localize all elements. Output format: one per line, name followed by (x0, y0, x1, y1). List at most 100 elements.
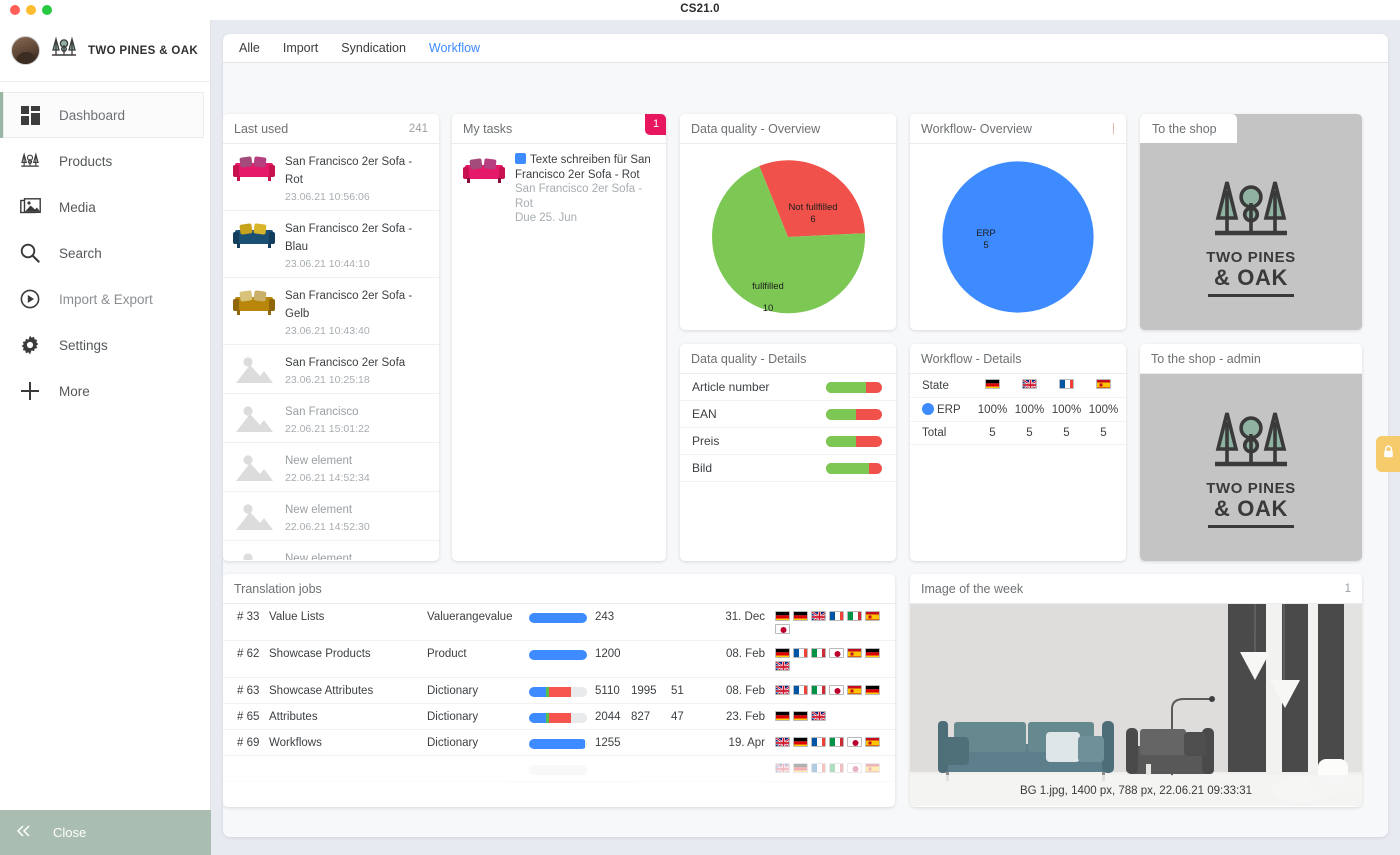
item-title: New element (285, 455, 353, 467)
dashboard-icon (17, 105, 43, 125)
item-thumbnail-icon (233, 352, 275, 385)
workflow-pie-chart[interactable]: ERP 5 (910, 144, 1126, 330)
brand-name: TWO PINES & OAK (88, 44, 199, 57)
flag-it-icon (829, 737, 844, 747)
sidebar-item-label: Media (59, 199, 96, 215)
tab-syndication[interactable]: Syndication (341, 41, 406, 55)
shop-logo-area[interactable]: TWO PINES & OAK (1140, 143, 1362, 330)
tab-alle[interactable]: Alle (239, 41, 260, 55)
item-thumbnail-icon (233, 151, 275, 184)
tabbar: Alle Import Syndication Workflow (223, 34, 1388, 63)
flag-de-icon (793, 763, 808, 773)
sidebar-item-more[interactable]: More (0, 368, 210, 414)
flag-de-icon (775, 711, 790, 721)
table-row[interactable]: # 33 Value Lists Valuerangevalue 243 31.… (223, 604, 895, 641)
panel-data-quality-overview: Data quality - Overview Not fullfilled 6… (680, 114, 896, 330)
job-name: Showcase Products (269, 648, 371, 660)
panel-to-the-shop[interactable]: To the shop TWO PINES & OAK (1140, 114, 1362, 330)
wf-value: 5 (1026, 427, 1033, 439)
wf-value: 5 (1063, 427, 1070, 439)
job-flags (765, 648, 889, 671)
item-text: New element 22.06.21 14:52:34 (285, 450, 370, 484)
dq-label: EAN (692, 407, 717, 421)
flag-jp-icon (847, 737, 862, 747)
task-title: Texte schreiben für San Francisco 2er So… (515, 154, 651, 181)
pie-slice-value: 10 (762, 303, 774, 314)
table-row: ERP 100% 100% 100% 100% (910, 398, 1126, 422)
dq-label: Bild (692, 461, 713, 475)
close-sidebar-label: Close (53, 825, 87, 840)
item-date: 22.06.21 14:52:34 (285, 472, 370, 484)
lock-tab-button[interactable] (1376, 436, 1400, 472)
data-quality-pie-chart[interactable]: Not fullfilled 6 fullfilled 10 (680, 144, 896, 330)
list-item[interactable]: San Francisco 2er Sofa 23.06.21 10:25:18 (223, 345, 439, 394)
panel-menu-icon[interactable]: | (1112, 123, 1115, 135)
sidebar-item-label: Settings (59, 337, 108, 353)
shop-admin-logo-line2: & OAK (1214, 496, 1288, 522)
job-id: # 65 (237, 711, 260, 723)
flag-jp-icon (847, 763, 862, 773)
flag-de-icon (775, 611, 790, 621)
list-item[interactable]: New element 22.06.21 14:52:26 (223, 541, 439, 560)
wf-flag-cell (974, 379, 1011, 392)
table-row[interactable]: # 65 Attributes Dictionary 2044 827 47 2… (223, 704, 895, 730)
wf-flag-cell (1048, 379, 1085, 392)
job-date: 31. Dec (725, 611, 765, 623)
flag-de-icon (793, 737, 808, 747)
pie-slice-label: ERP (976, 228, 996, 239)
table-row: Bild (680, 455, 896, 482)
pie-label-fullfilled: fullfilled 10 (738, 281, 798, 315)
image-of-week-count: 1 (1344, 582, 1351, 595)
sidebar-item-dashboard[interactable]: Dashboard (0, 92, 204, 138)
list-item[interactable]: San Francisco 2er Sofa - Rot 23.06.21 10… (223, 144, 439, 211)
job-count-2: 1995 (631, 685, 657, 697)
media-icon (17, 197, 43, 217)
table-row[interactable] (223, 756, 895, 782)
task-item[interactable]: Texte schreiben für San Francisco 2er So… (452, 144, 666, 235)
close-sidebar-button[interactable]: Close (0, 810, 211, 855)
sidebar-item-media[interactable]: Media (0, 184, 210, 230)
wf-flag-cell (1085, 379, 1122, 392)
tab-import[interactable]: Import (283, 41, 318, 55)
sidebar-item-settings[interactable]: Settings (0, 322, 210, 368)
item-thumbnail-icon (233, 401, 275, 434)
shop-admin-logo-area[interactable]: TWO PINES & OAK (1140, 374, 1362, 561)
table-row[interactable]: # 69 Workflows Dictionary 1255 19. Apr (223, 730, 895, 756)
table-row[interactable]: # 63 Showcase Attributes Dictionary 5110… (223, 678, 895, 704)
list-item[interactable]: San Francisco 22.06.21 15:01:22 (223, 394, 439, 443)
flag-de-icon (865, 648, 880, 658)
image-of-week-caption: BG 1.jpg, 1400 px, 788 px, 22.06.21 09:3… (910, 775, 1362, 806)
job-type: Product (427, 648, 467, 660)
item-date: 22.06.21 15:01:22 (285, 423, 370, 435)
lock-icon (1383, 445, 1394, 463)
item-title: New element (285, 553, 353, 560)
brand-header[interactable]: TWO PINES & OAK (0, 20, 210, 82)
flag-de-icon (775, 648, 790, 658)
item-date: 23.06.21 10:43:40 (285, 325, 370, 337)
last-used-list[interactable]: San Francisco 2er Sofa - Rot 23.06.21 10… (223, 144, 439, 560)
job-id: # 69 (237, 737, 260, 749)
flag-de-icon (865, 685, 880, 695)
list-item[interactable]: New element 22.06.21 14:52:30 (223, 492, 439, 541)
list-item[interactable]: San Francisco 2er Sofa - Blau 23.06.21 1… (223, 211, 439, 278)
panel-header: My tasks (452, 114, 666, 144)
wf-label-text: ERP (937, 404, 961, 416)
flag-de-icon (793, 711, 808, 721)
job-name: Workflows (269, 737, 322, 749)
job-progress-bar (529, 765, 587, 775)
table-row[interactable]: # 62 Showcase Products Product 1200 08. … (223, 641, 895, 678)
image-of-week-photo[interactable]: BG 1.jpg, 1400 px, 788 px, 22.06.21 09:3… (910, 604, 1362, 806)
translation-jobs-list[interactable]: # 33 Value Lists Valuerangevalue 243 31.… (223, 604, 895, 806)
flag-es-icon (847, 685, 862, 695)
tab-workflow[interactable]: Workflow (429, 41, 480, 55)
list-item[interactable]: New element 22.06.21 14:52:34 (223, 443, 439, 492)
sidebar-item-search[interactable]: Search (0, 230, 210, 276)
task-due: Due 25. Jun (515, 212, 578, 224)
list-item[interactable]: San Francisco 2er Sofa - Gelb 23.06.21 1… (223, 278, 439, 345)
avatar[interactable] (11, 36, 40, 65)
sidebar-item-import-export[interactable]: Import & Export (0, 276, 210, 322)
app-title: CS21.0 (680, 3, 720, 15)
panel-to-the-shop-admin[interactable]: To the shop - admin TWO PINES & OAK (1140, 344, 1362, 561)
wf-flag-cell (1011, 379, 1048, 392)
sidebar-item-products[interactable]: Products (0, 138, 210, 184)
